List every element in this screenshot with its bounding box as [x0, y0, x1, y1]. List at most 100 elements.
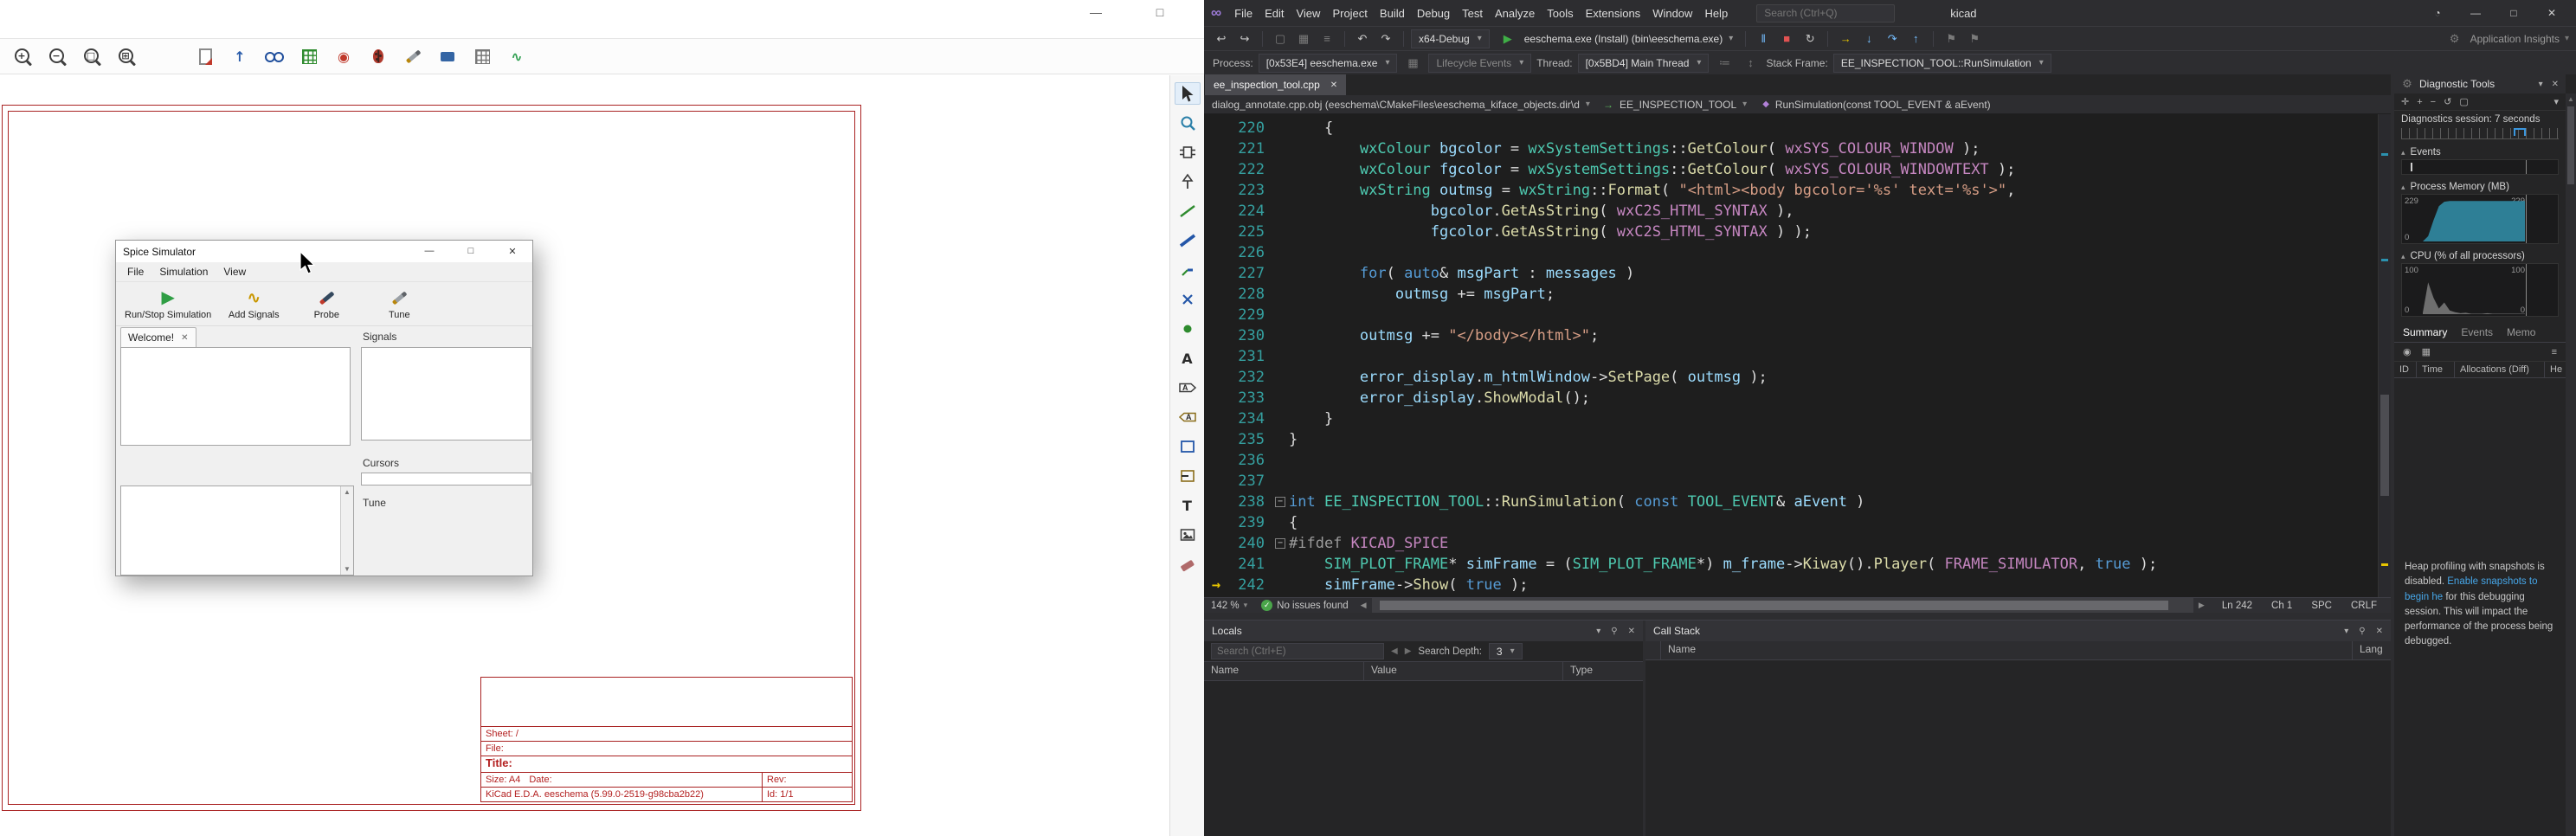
chevron-down-icon[interactable]: ▾: [2553, 96, 2559, 107]
tune-button[interactable]: Tune: [369, 287, 429, 320]
code-line-236[interactable]: 236: [1204, 450, 2391, 471]
menu-build[interactable]: Build: [1374, 4, 1411, 23]
place-text-icon[interactable]: T: [1175, 494, 1201, 517]
redo-icon[interactable]: ↷: [1375, 29, 1396, 48]
take-snapshot-icon[interactable]: ◉: [2403, 346, 2412, 357]
minimize-icon[interactable]: —: [2458, 1, 2493, 25]
zoom-to-fit-icon[interactable]: □: [78, 42, 106, 70]
locals-search-input[interactable]: [1211, 643, 1384, 659]
down-arrow-icon[interactable]: ▼: [344, 565, 351, 573]
zoom-to-selection-icon[interactable]: ⊞: [113, 42, 140, 70]
close-icon[interactable]: ✕: [503, 246, 522, 257]
code-line-221[interactable]: 221 wxColour bgcolor = wxSystemSettings:…: [1204, 138, 2391, 159]
place-symbol-icon[interactable]: [1175, 141, 1201, 164]
file-scope-dropdown[interactable]: dialog_annotate.cpp.obj (eeschema\CMakeF…: [1204, 99, 1595, 111]
menu-simulation[interactable]: Simulation: [151, 264, 216, 280]
close-icon[interactable]: ✕: [181, 333, 188, 343]
tune-icon[interactable]: [399, 42, 427, 70]
code-line-237[interactable]: 237: [1204, 471, 2391, 492]
menu-analyze[interactable]: Analyze: [1489, 4, 1541, 23]
cpu-chart[interactable]: 100 100 0 0: [2401, 263, 2559, 317]
settings-icon[interactable]: ≡: [2552, 347, 2557, 357]
search-prev-icon[interactable]: ◀: [1391, 646, 1398, 656]
chevron-down-icon[interactable]: ▾: [2344, 627, 2348, 636]
menu-project[interactable]: Project: [1326, 4, 1373, 23]
plot-panel[interactable]: [120, 347, 351, 446]
code-line-234[interactable]: 234 }: [1204, 408, 2391, 429]
code-line-220[interactable]: 220 {: [1204, 118, 2391, 138]
filter-icon[interactable]: ≔: [1714, 54, 1735, 73]
erc-icon[interactable]: [364, 42, 392, 70]
maximize-icon[interactable]: □: [1147, 5, 1173, 19]
menu-file[interactable]: File: [1228, 4, 1259, 23]
up-arrow-icon[interactable]: ▲: [2567, 95, 2574, 103]
column-heap[interactable]: He: [2545, 362, 2566, 377]
start-debugging-button[interactable]: ▶ eeschema.exe (Install) (bin\eeschema.e…: [1492, 29, 1738, 48]
tab-ee-inspection-tool[interactable]: ee_inspection_tool.cpp ✕: [1205, 74, 1346, 95]
menu-edit[interactable]: Edit: [1259, 4, 1290, 23]
select-tool-icon[interactable]: ✛: [2401, 96, 2409, 107]
timeline-selection[interactable]: [2514, 128, 2526, 136]
cpu-section-header[interactable]: ▴ CPU (% of all processors): [2394, 248, 2566, 263]
menu-debug[interactable]: Debug: [1411, 4, 1456, 23]
tab-welcome[interactable]: Welcome! ✕: [120, 327, 196, 347]
scroll-right-icon[interactable]: ▶: [2195, 601, 2208, 610]
code-line-230[interactable]: 230 outmsg += "</body></html>";: [1204, 325, 2391, 346]
zoom-in-icon[interactable]: +: [9, 42, 36, 70]
search-depth-dropdown[interactable]: 3 ▾: [1489, 643, 1523, 659]
bookmark-icon[interactable]: ⚑: [1941, 29, 1961, 48]
column-value[interactable]: Value: [1364, 662, 1563, 680]
step-out-icon[interactable]: ↑: [1905, 29, 1926, 48]
code-line-239[interactable]: 239{: [1204, 512, 2391, 533]
frame-icon[interactable]: ▢: [2459, 96, 2468, 107]
stop-debugging-icon[interactable]: ■: [1776, 29, 1797, 48]
run-stop-simulation-button[interactable]: ▶ Run/Stop Simulation: [125, 287, 211, 320]
solution-configuration-dropdown[interactable]: x64-Debug ▾: [1411, 29, 1490, 48]
zoom-in-icon[interactable]: +: [2417, 97, 2422, 107]
select-icon[interactable]: [1175, 82, 1201, 105]
scroll-left-icon[interactable]: ◀: [1357, 601, 1370, 610]
cursors-list[interactable]: [361, 473, 531, 486]
scrollbar-thumb[interactable]: [1380, 601, 2168, 610]
lifecycle-events-dropdown[interactable]: Lifecycle Events ▾: [1428, 54, 1531, 73]
import-sheet-pin-icon[interactable]: [1175, 465, 1201, 487]
zoom-out-icon[interactable]: −: [2431, 97, 2436, 107]
place-global-label-icon[interactable]: A: [1175, 376, 1201, 399]
code-line-238[interactable]: 238−int EE_INSPECTION_TOOL::RunSimulatio…: [1204, 492, 2391, 512]
navigate-back-icon[interactable]: ↩: [1211, 29, 1232, 48]
step-over-icon[interactable]: ↷: [1882, 29, 1903, 48]
probe-button[interactable]: Probe: [296, 287, 357, 320]
close-icon[interactable]: ✕: [1628, 627, 1635, 636]
pin-icon[interactable]: ⚲: [1611, 627, 1617, 636]
signals-list[interactable]: [361, 347, 531, 441]
annotate-icon[interactable]: [295, 42, 323, 70]
code-line-232[interactable]: 232 error_display.m_htmlWindow->SetPage(…: [1204, 367, 2391, 388]
maximize-icon[interactable]: □: [2496, 1, 2531, 25]
diagnostics-tab-summary[interactable]: Summary: [2403, 326, 2447, 338]
close-icon[interactable]: ✕: [1330, 80, 1337, 90]
process-dropdown[interactable]: [0x53E4] eeschema.exe ▾: [1259, 54, 1398, 73]
menu-extensions[interactable]: Extensions: [1580, 4, 1647, 23]
code-line-231[interactable]: 231: [1204, 346, 2391, 367]
simulator-icon[interactable]: ∿: [503, 42, 531, 70]
new-file-icon[interactable]: ▢: [1270, 29, 1291, 48]
step-into-icon[interactable]: ↓: [1858, 29, 1879, 48]
code-line-228[interactable]: 228 outmsg += msgPart;: [1204, 284, 2391, 305]
column-name[interactable]: Name: [1661, 641, 2353, 659]
column-time[interactable]: Time: [2417, 362, 2455, 377]
code-line-229[interactable]: 229: [1204, 305, 2391, 325]
code-line-224[interactable]: 224 bgcolor.GetAsString( wxC2S_HTML_SYNT…: [1204, 201, 2391, 222]
locals-body[interactable]: [1204, 681, 1643, 836]
editor-scrollbar[interactable]: [2378, 114, 2391, 597]
code-line-227[interactable]: 227 for( auto& msgPart : messages ): [1204, 263, 2391, 284]
menu-view[interactable]: View: [216, 264, 254, 280]
code-editor[interactable]: 220 {221 wxColour bgcolor = wxSystemSett…: [1204, 114, 2391, 597]
dialog-titlebar[interactable]: Spice Simulator — □ ✕: [116, 241, 532, 262]
place-bus-entry-icon[interactable]: [1175, 259, 1201, 281]
close-icon[interactable]: ✕: [2552, 80, 2559, 89]
column-name[interactable]: Name: [1204, 662, 1364, 680]
menu-tools[interactable]: Tools: [1541, 4, 1579, 23]
menu-window[interactable]: Window: [1646, 4, 1698, 23]
maximize-icon[interactable]: □: [461, 246, 480, 257]
pin-icon[interactable]: ⚲: [2359, 627, 2365, 636]
